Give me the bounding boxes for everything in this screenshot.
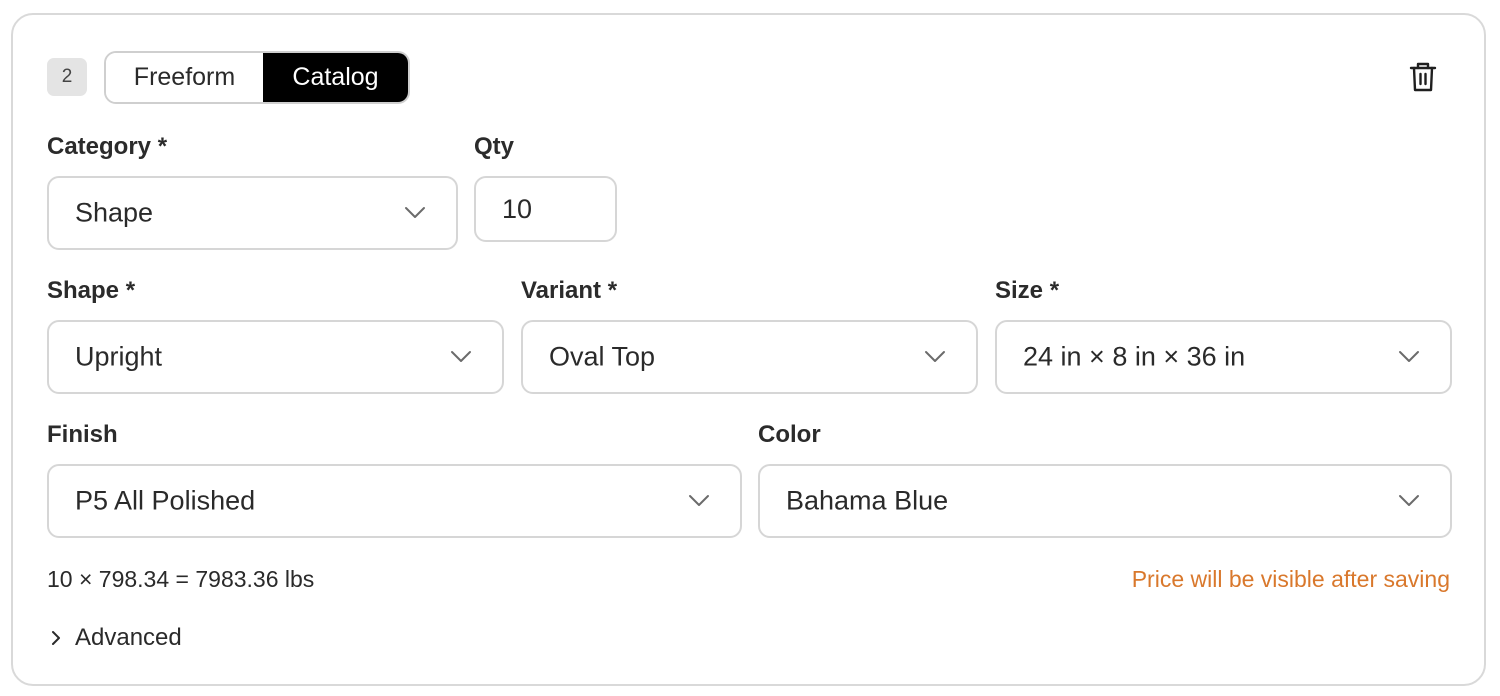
mode-freeform-button[interactable]: Freeform bbox=[106, 53, 263, 102]
chevron-down-icon bbox=[1399, 495, 1419, 506]
advanced-toggle[interactable]: Advanced bbox=[51, 621, 182, 655]
finish-value: P5 All Polished bbox=[75, 485, 256, 516]
chevron-down-icon bbox=[689, 495, 709, 506]
qty-input[interactable] bbox=[474, 176, 617, 242]
color-select[interactable]: Bahama Blue bbox=[758, 464, 1452, 538]
price-note: Price will be visible after saving bbox=[1131, 566, 1450, 592]
category-label: Category * bbox=[47, 133, 168, 160]
shape-value: Upright bbox=[75, 341, 163, 372]
shape-label: Shape * bbox=[47, 277, 136, 304]
trash-icon bbox=[1409, 62, 1437, 92]
chevron-down-icon bbox=[405, 207, 425, 218]
chevron-down-icon bbox=[451, 351, 471, 362]
finish-select[interactable]: P5 All Polished bbox=[47, 464, 742, 538]
size-select[interactable]: 24 in × 8 in × 36 in bbox=[995, 320, 1452, 394]
weight-calculation: 10 × 798.34 = 7983.36 lbs bbox=[47, 566, 315, 592]
item-index-badge: 2 bbox=[47, 58, 87, 96]
delete-item-button[interactable] bbox=[1407, 59, 1439, 95]
color-value: Bahama Blue bbox=[786, 485, 949, 516]
qty-label: Qty bbox=[474, 133, 515, 160]
chevron-down-icon bbox=[1399, 351, 1419, 362]
finish-label: Finish bbox=[47, 421, 118, 448]
advanced-label: Advanced bbox=[75, 624, 182, 651]
color-label: Color bbox=[758, 421, 821, 448]
line-item-card: 2 Freeform Catalog Category * Shape Qty … bbox=[11, 13, 1486, 686]
variant-label: Variant * bbox=[521, 277, 618, 304]
chevron-down-icon bbox=[925, 351, 945, 362]
chevron-right-icon bbox=[52, 631, 60, 645]
shape-select[interactable]: Upright bbox=[47, 320, 504, 394]
category-select[interactable]: Shape bbox=[47, 176, 458, 250]
size-value: 24 in × 8 in × 36 in bbox=[1023, 341, 1246, 372]
variant-select[interactable]: Oval Top bbox=[521, 320, 978, 394]
category-value: Shape bbox=[75, 197, 154, 228]
variant-value: Oval Top bbox=[549, 341, 656, 372]
mode-toggle: Freeform Catalog bbox=[104, 51, 410, 104]
size-label: Size * bbox=[995, 277, 1060, 304]
mode-catalog-button[interactable]: Catalog bbox=[263, 53, 408, 102]
